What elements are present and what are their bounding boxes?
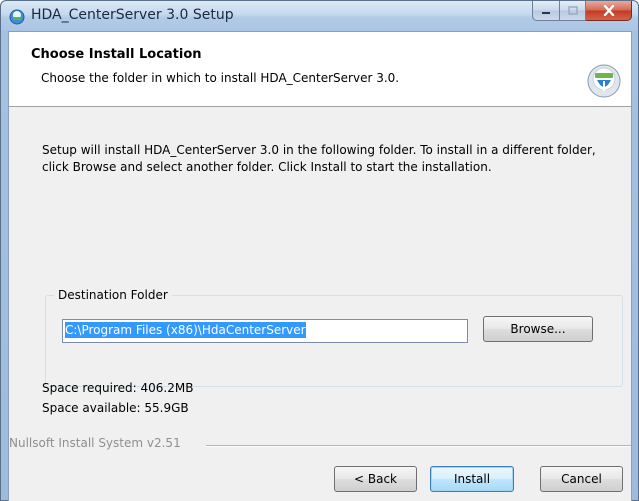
- instructions-line-1: Setup will install HDA_CenterServer 3.0 …: [42, 143, 596, 157]
- page-subtitle: Choose the folder in which to install HD…: [41, 71, 400, 85]
- space-available-text: Space available: 55.9GB: [42, 401, 189, 415]
- caption-buttons: [532, 1, 632, 23]
- window-title: HDA_CenterServer 3.0 Setup: [31, 7, 234, 23]
- browse-button[interactable]: Browse...: [483, 316, 593, 342]
- dialog-client-area: Choose Install Location Choose the folde…: [8, 31, 632, 501]
- destination-folder-group: Destination Folder C:\Program Files (x86…: [45, 288, 623, 387]
- space-required-text: Space required: 406.2MB: [42, 381, 194, 395]
- nsis-branding-text: Nullsoft Install System v2.51: [9, 436, 181, 450]
- branding-divider: [206, 445, 631, 447]
- installer-app-icon: [9, 9, 25, 25]
- close-icon: [603, 5, 614, 16]
- instructions-line-2: click Browse and select another folder. …: [42, 160, 492, 174]
- title-bar[interactable]: HDA_CenterServer 3.0 Setup: [1, 1, 638, 31]
- destination-folder-value: C:\Program Files (x86)\HdaCenterServer: [65, 322, 306, 338]
- header-panel: Choose Install Location Choose the folde…: [9, 32, 631, 107]
- installer-logo-icon: [587, 64, 621, 98]
- installer-window: HDA_CenterServer 3.0 Setup Choose Instal…: [0, 0, 639, 501]
- install-button[interactable]: Install: [430, 466, 514, 492]
- instructions-text: Setup will install HDA_CenterServer 3.0 …: [42, 142, 627, 176]
- minimize-button[interactable]: [532, 1, 560, 21]
- maximize-button[interactable]: [560, 1, 586, 21]
- cancel-button[interactable]: Cancel: [540, 466, 623, 492]
- maximize-icon: [567, 6, 578, 15]
- destination-folder-legend: Destination Folder: [54, 288, 172, 302]
- back-button[interactable]: < Back: [334, 466, 417, 492]
- close-button[interactable]: [586, 1, 632, 21]
- destination-folder-input[interactable]: C:\Program Files (x86)\HdaCenterServer: [62, 319, 468, 343]
- minimize-icon: [542, 11, 550, 14]
- page-title: Choose Install Location: [31, 47, 202, 62]
